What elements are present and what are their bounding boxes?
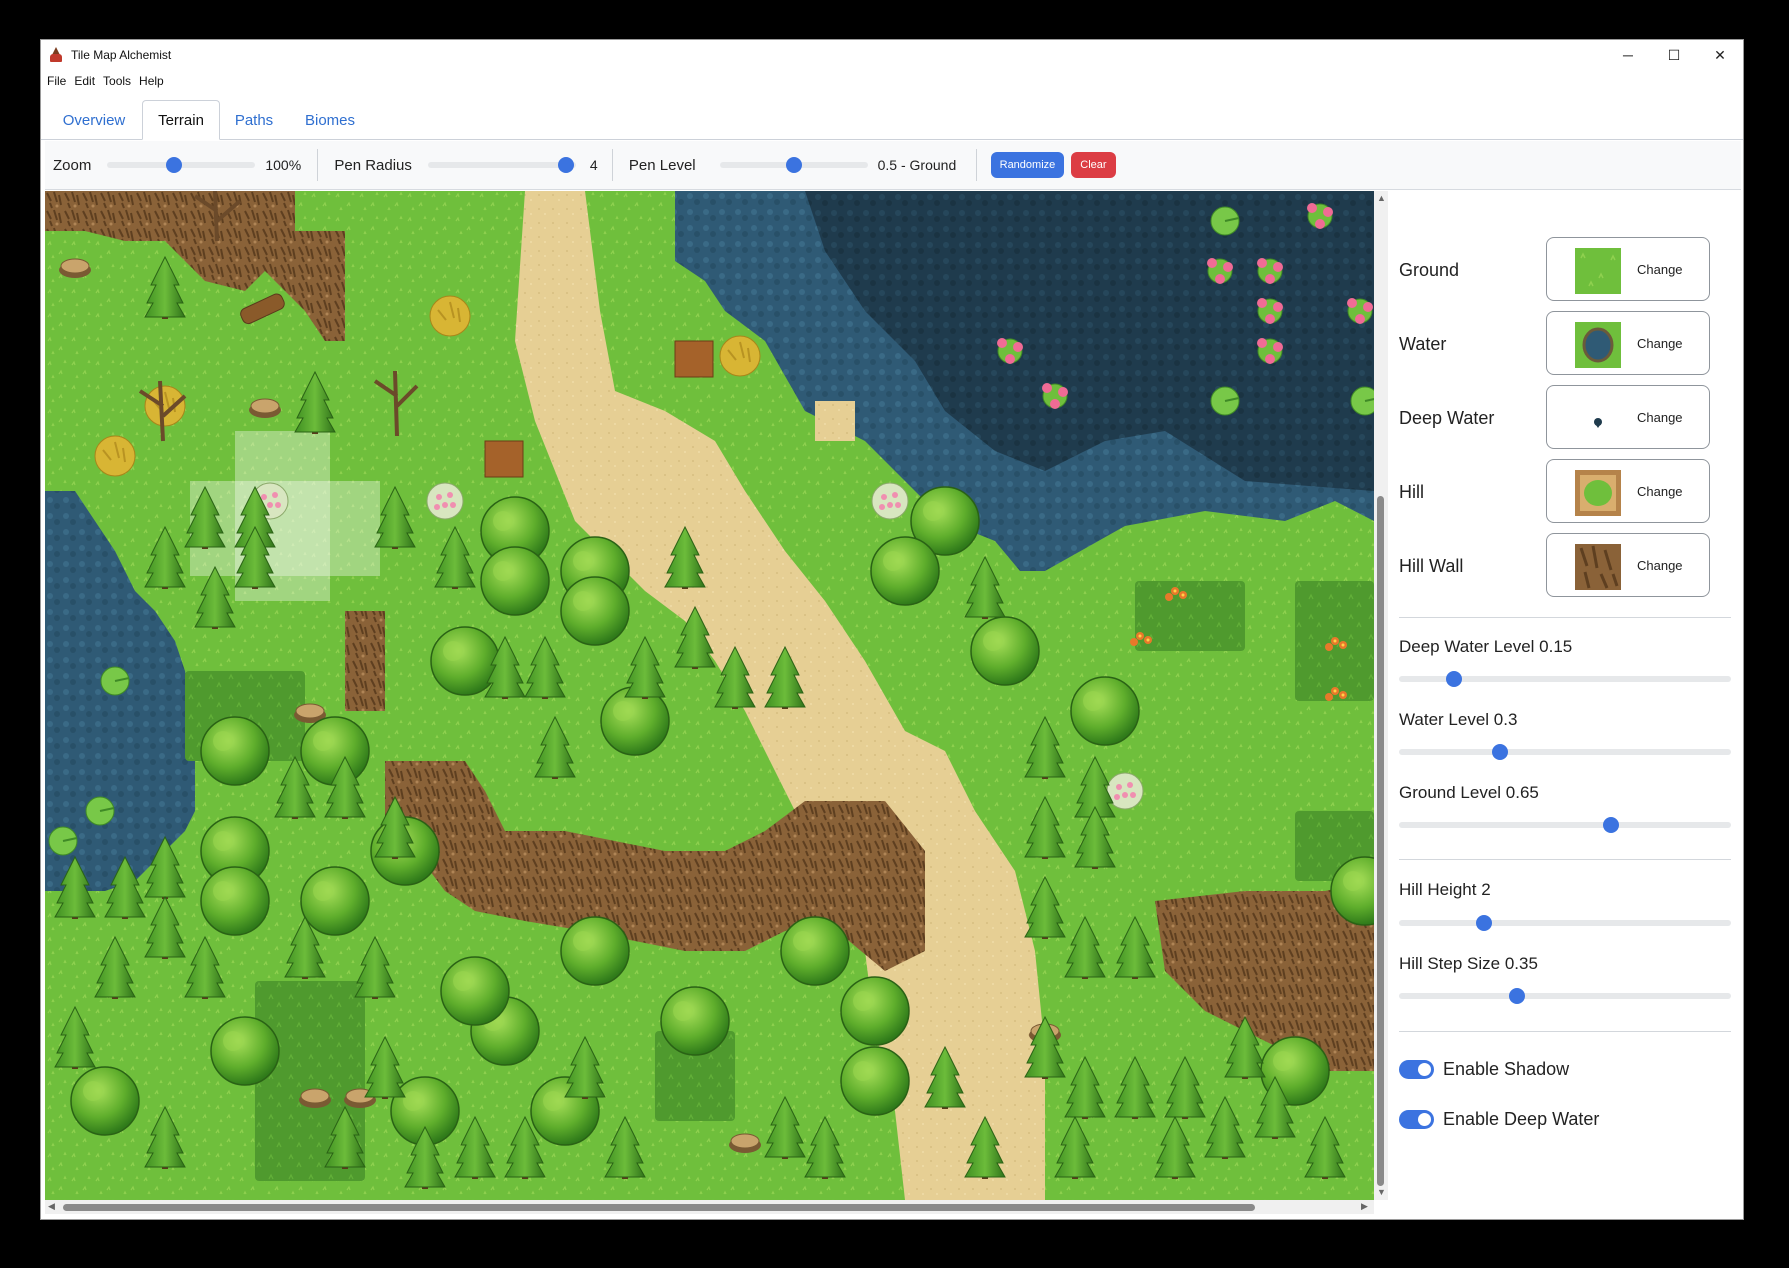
tile-row-water: Water Change — [1389, 311, 1743, 377]
pen-radius-slider-thumb[interactable] — [557, 157, 574, 173]
change-water-tile-button[interactable]: Change — [1546, 311, 1710, 375]
terrain-map[interactable] — [45, 191, 1374, 1200]
menu-file[interactable]: File — [47, 74, 66, 88]
change-hill-tile-button[interactable]: Change — [1546, 459, 1710, 523]
tab-terrain[interactable]: Terrain — [142, 100, 220, 140]
tile-row-hill: Hill Change — [1389, 459, 1743, 525]
change-label: Change — [1637, 483, 1683, 499]
hill-step-size-label: Hill Step Size 0.35 — [1399, 954, 1538, 973]
tile-label-hill: Hill — [1399, 481, 1424, 502]
hill-step-size-thumb[interactable] — [1508, 988, 1525, 1004]
tile-label-water: Water — [1399, 333, 1447, 354]
deep-water-level-slider[interactable] — [1399, 671, 1731, 687]
change-deep-water-tile-button[interactable]: Change — [1546, 385, 1710, 449]
maximize-button[interactable]: ☐ — [1651, 40, 1697, 70]
hill-step-size-slider[interactable] — [1399, 988, 1731, 1004]
hill-height-slider[interactable] — [1399, 915, 1731, 931]
pen-radius-slider[interactable] — [427, 157, 576, 173]
zoom-value: 100% — [265, 157, 302, 173]
scroll-left-icon[interactable]: ◀ — [48, 1201, 55, 1212]
pen-level-value: 0.5 - Ground — [877, 157, 957, 173]
menu-help[interactable]: Help — [139, 74, 164, 88]
panel-divider — [1399, 859, 1731, 860]
app-window: Tile Map Alchemist ─ ☐ ✕ File Edit Tools… — [40, 39, 1744, 1220]
water-level-thumb[interactable] — [1492, 744, 1509, 760]
enable-deep-water-toggle[interactable] — [1399, 1109, 1434, 1129]
toolbar-separator — [611, 149, 613, 181]
enable-shadow-label: Enable Shadow — [1443, 1058, 1570, 1079]
hill-tile-icon — [1575, 470, 1621, 516]
tab-divider — [41, 139, 1743, 140]
hill-wall-tile-icon — [1575, 544, 1621, 590]
zoom-slider-thumb[interactable] — [165, 157, 182, 173]
tile-row-hill-wall: Hill Wall Change — [1389, 533, 1743, 599]
clear-button[interactable]: Clear — [1071, 152, 1116, 178]
scroll-right-icon[interactable]: ▶ — [1361, 1201, 1368, 1212]
minimize-button[interactable]: ─ — [1605, 40, 1651, 70]
hill-height-label: Hill Height 2 — [1399, 880, 1491, 899]
ground-level-thumb[interactable] — [1603, 817, 1620, 833]
hill-height-thumb[interactable] — [1475, 915, 1492, 931]
change-hill-wall-tile-button[interactable]: Change — [1546, 533, 1710, 597]
water-level-label: Water Level 0.3 — [1399, 710, 1518, 729]
deep-water-level-label: Deep Water Level 0.15 — [1399, 637, 1573, 656]
app-icon — [49, 47, 63, 63]
pen-radius-value: 4 — [589, 157, 598, 173]
change-label: Change — [1637, 557, 1683, 573]
toolbar-separator — [975, 149, 977, 181]
scroll-up-icon[interactable]: ▲ — [1377, 193, 1386, 203]
tile-label-deep-water: Deep Water — [1399, 407, 1495, 428]
horizontal-scroll-thumb[interactable] — [63, 1204, 1255, 1211]
pen-level-slider[interactable] — [719, 157, 868, 173]
panel-divider — [1399, 1031, 1731, 1032]
enable-deep-water-label: Enable Deep Water — [1443, 1108, 1600, 1129]
terrain-settings-panel: Ground Change Water Change Deep Water Ch… — [1389, 191, 1743, 1219]
change-ground-tile-button[interactable]: Change — [1546, 237, 1710, 301]
tab-biomes[interactable]: Biomes — [295, 100, 365, 140]
enable-deep-water-row: Enable Deep Water — [1399, 1107, 1599, 1131]
ground-level-slider[interactable] — [1399, 817, 1731, 833]
ground-level-label: Ground Level 0.65 — [1399, 783, 1539, 802]
grass-tile-icon — [1575, 248, 1621, 294]
horizontal-scrollbar[interactable]: ◀ ▶ — [45, 1200, 1374, 1214]
menu-tools[interactable]: Tools — [103, 74, 131, 88]
window-title: Tile Map Alchemist — [71, 48, 172, 62]
change-label: Change — [1637, 409, 1683, 425]
title-bar: Tile Map Alchemist ─ ☐ ✕ — [41, 40, 1743, 70]
tile-row-deep-water: Deep Water Change — [1389, 385, 1743, 451]
close-button[interactable]: ✕ — [1697, 40, 1743, 70]
vertical-scrollbar[interactable]: ▲ ▼ — [1374, 191, 1388, 1200]
water-level-slider[interactable] — [1399, 744, 1731, 760]
deep-water-tile-icon — [1594, 418, 1602, 428]
tile-label-ground: Ground — [1399, 259, 1460, 280]
enable-shadow-toggle[interactable] — [1399, 1059, 1434, 1079]
menu-bar: File Edit Tools Help — [41, 71, 166, 91]
enable-shadow-row: Enable Shadow — [1399, 1057, 1569, 1081]
zoom-slider[interactable] — [107, 157, 256, 173]
vertical-scroll-thumb[interactable] — [1377, 496, 1384, 1186]
pen-level-label: Pen Level — [628, 156, 696, 174]
map-canvas[interactable] — [45, 191, 1374, 1200]
deep-water-level-thumb[interactable] — [1445, 671, 1462, 687]
change-label: Change — [1637, 261, 1683, 277]
tile-label-hill-wall: Hill Wall — [1399, 555, 1464, 576]
pen-level-slider-thumb[interactable] — [785, 157, 802, 173]
zoom-label: Zoom — [53, 156, 92, 174]
tab-overview[interactable]: Overview — [49, 100, 139, 140]
terrain-toolbar: Zoom 100% Pen Radius 4 Pen Level 0.5 - G… — [45, 141, 1741, 190]
scroll-down-icon[interactable]: ▼ — [1377, 1187, 1386, 1197]
tab-bar: Overview Terrain Paths Biomes — [41, 100, 1743, 140]
change-label: Change — [1637, 335, 1683, 351]
water-tile-icon — [1575, 322, 1621, 368]
pen-radius-label: Pen Radius — [334, 156, 412, 174]
menu-edit[interactable]: Edit — [74, 74, 95, 88]
randomize-button[interactable]: Randomize — [990, 152, 1065, 178]
tile-row-ground: Ground Change — [1389, 237, 1743, 303]
panel-divider — [1399, 617, 1731, 618]
tab-paths[interactable]: Paths — [224, 100, 284, 140]
toolbar-separator — [317, 149, 319, 181]
